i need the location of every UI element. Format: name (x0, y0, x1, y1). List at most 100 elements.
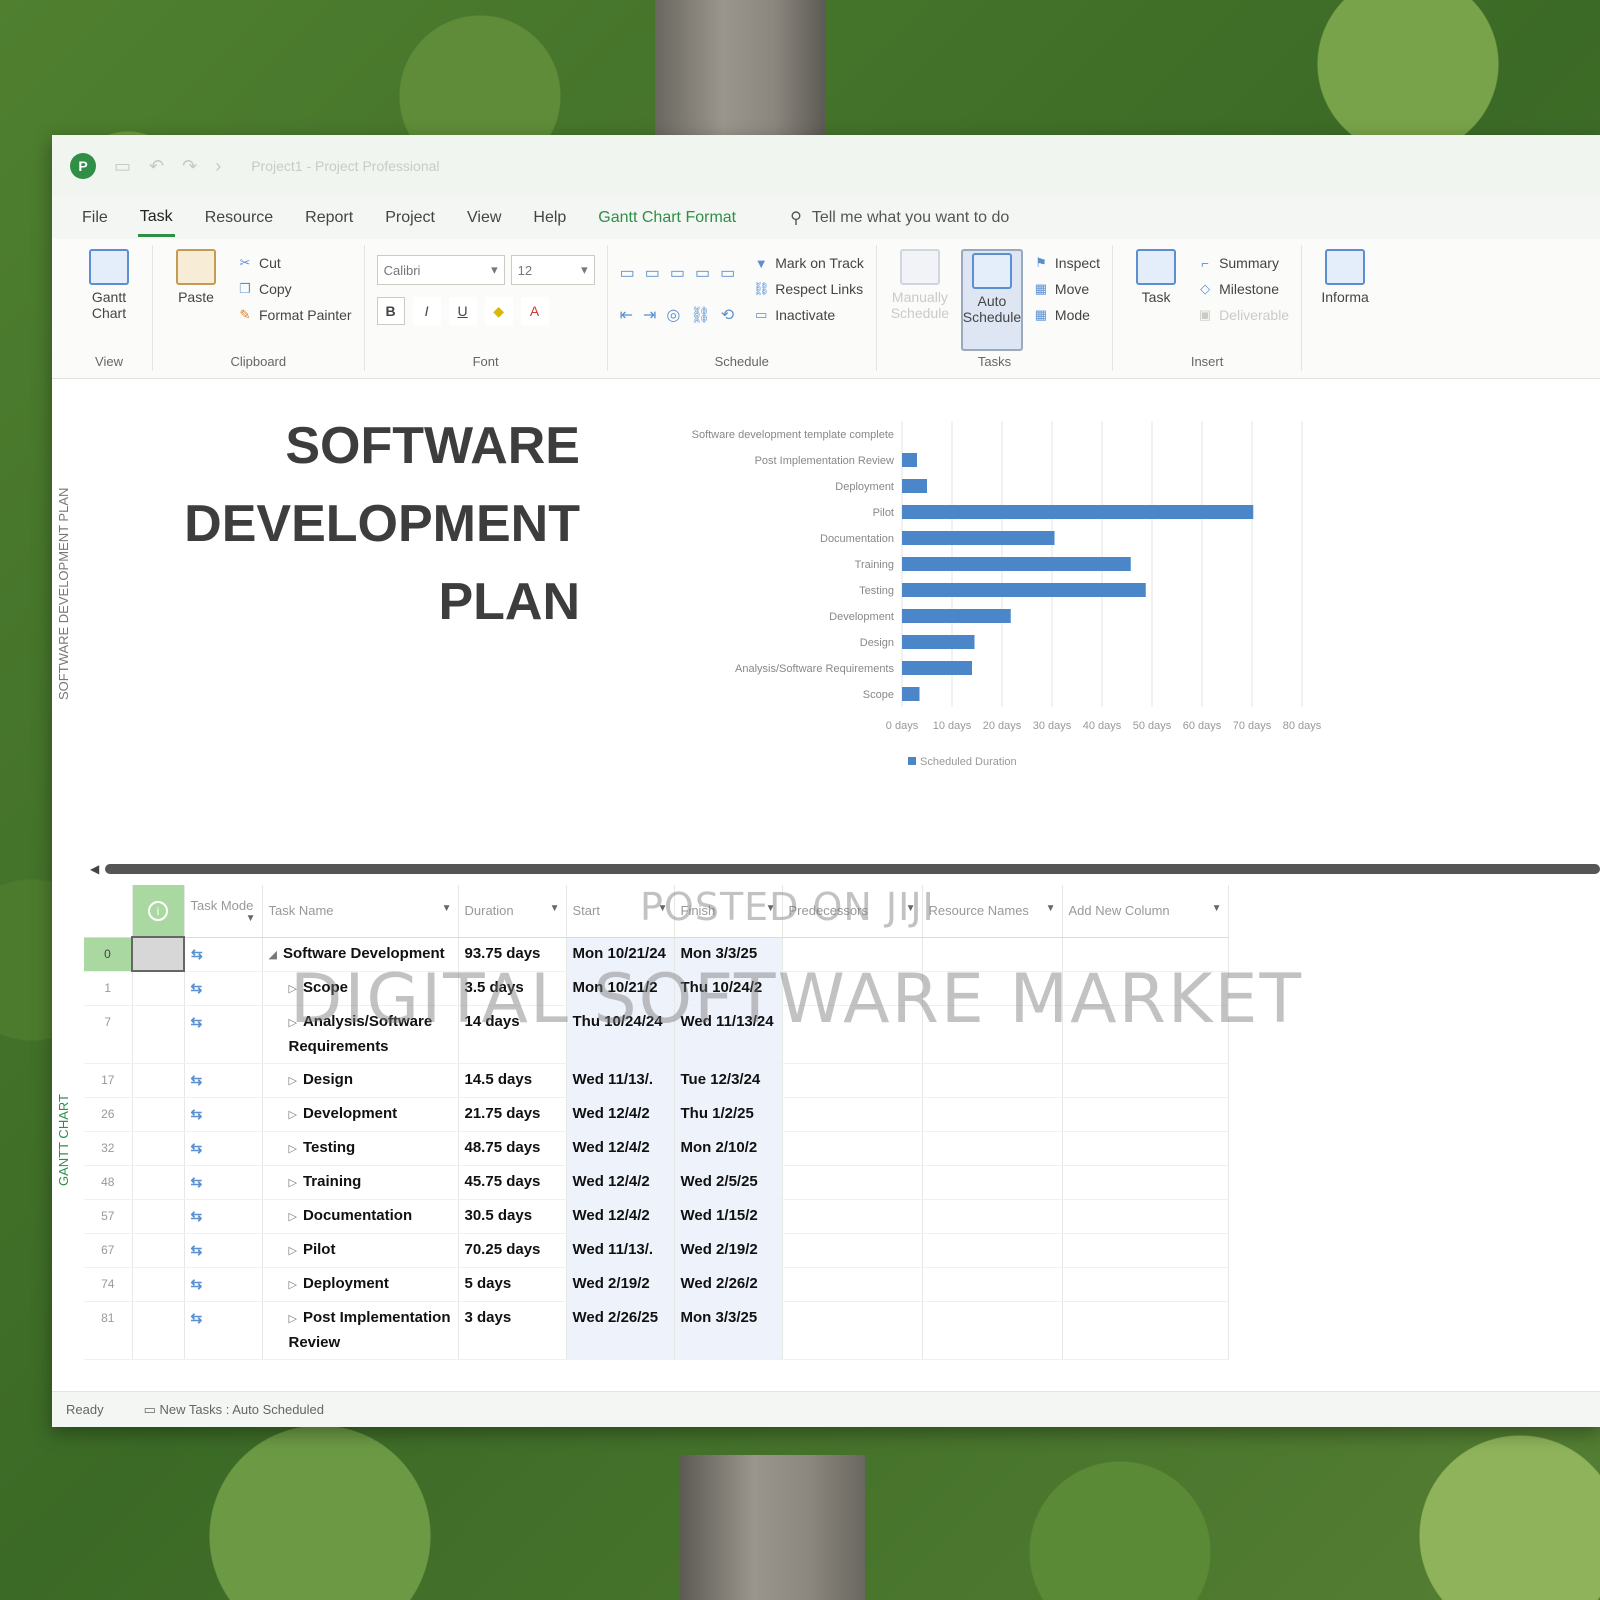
task-mode-cell[interactable]: ⇆ (184, 1063, 263, 1098)
finish-cell[interactable]: Wed 2/26/2 (674, 1267, 783, 1302)
indicator-cell[interactable] (132, 1063, 185, 1098)
resource-names-cell[interactable] (922, 1267, 1063, 1302)
table-row[interactable]: 57 ⇆ ▷ Documentation 30.5 days Wed 12/4/2 Wed … (84, 1199, 1229, 1234)
chevron-down-icon[interactable]: ▼ (906, 903, 916, 914)
finish-cell[interactable]: Thu 1/2/25 (674, 1097, 783, 1132)
mark-on-track-button[interactable]: ▼ Mark on Track (753, 255, 864, 271)
add-new-column-cell[interactable] (1062, 971, 1229, 1006)
resource-names-cell[interactable] (922, 1005, 1063, 1064)
task-name-cell[interactable]: ▷ Testing (262, 1131, 459, 1166)
finish-cell[interactable]: Wed 1/15/2 (674, 1199, 783, 1234)
task-name-cell[interactable]: ◢ Software Development (262, 937, 459, 972)
resource-names-cell[interactable] (922, 1097, 1063, 1132)
start-cell[interactable]: Wed 12/4/2 (566, 1199, 675, 1234)
scroll-left-icon[interactable]: ◀ (90, 862, 99, 876)
resource-names-cell[interactable] (922, 971, 1063, 1006)
resource-names-cell[interactable] (922, 1233, 1063, 1268)
collapse-icon[interactable]: ◢ (269, 949, 277, 961)
percent-0-icon[interactable]: ▭ (620, 263, 635, 283)
resource-names-cell[interactable] (922, 1131, 1063, 1166)
finish-cell[interactable]: Wed 2/19/2 (674, 1233, 783, 1268)
chevron-down-icon[interactable]: ▼ (442, 903, 452, 914)
undo-icon[interactable]: ↶ (149, 156, 164, 177)
chevron-down-icon[interactable]: ▼ (246, 913, 256, 924)
task-mode-cell[interactable]: ⇆ (184, 1005, 263, 1064)
task-name-cell[interactable]: ▷ Deployment (262, 1267, 459, 1302)
add-new-column-cell[interactable] (1062, 1233, 1229, 1268)
table-row[interactable]: 48 ⇆ ▷ Training 45.75 days Wed 12/4/2 Wed 2/5/… (84, 1165, 1229, 1200)
row-id-cell[interactable]: 17 (84, 1063, 133, 1098)
start-cell[interactable]: Wed 11/13/. (566, 1233, 675, 1268)
inspect-button[interactable]: ⚑ Inspect (1033, 255, 1100, 271)
table-row[interactable]: 0 ⇆ ◢ Software Development 93.75 days Mon 10/… (84, 936, 1229, 972)
horizontal-scrollbar[interactable]: ◀ (90, 862, 1600, 876)
duration-cell[interactable]: 21.75 days (458, 1097, 567, 1132)
task-name-cell[interactable]: ▷ Analysis/Software Requirements (262, 1005, 459, 1064)
indicator-cell[interactable] (132, 1165, 185, 1200)
percent-100-icon[interactable]: ▭ (720, 263, 735, 283)
task-name-cell[interactable]: ▷ Pilot (262, 1233, 459, 1268)
expand-icon[interactable]: ▷ (289, 1177, 297, 1189)
inactivate-button[interactable]: ▭ Inactivate (753, 307, 864, 323)
predecessors-cell[interactable] (782, 1267, 923, 1302)
predecessors-cell[interactable] (782, 1199, 923, 1234)
indicators-header[interactable]: i (132, 885, 185, 938)
percent-75-icon[interactable]: ▭ (695, 263, 710, 283)
chevron-down-icon[interactable]: ▼ (1212, 903, 1222, 914)
row-id-cell[interactable]: 0 (84, 937, 133, 972)
finish-cell[interactable]: Tue 12/3/24 (674, 1063, 783, 1098)
cut-button[interactable]: ✂ Cut (237, 255, 352, 271)
column-header[interactable]: Start ▼ (566, 885, 675, 938)
expand-icon[interactable]: ▷ (289, 1143, 297, 1155)
column-header[interactable]: Add New Column ▼ (1062, 885, 1229, 938)
highlight-icon[interactable]: ◆ (484, 297, 513, 325)
table-row[interactable]: 81 ⇆ ▷ Post Implementation Review 3 days Wed … (84, 1301, 1229, 1360)
summary-button[interactable]: ⌐ Summary (1197, 255, 1289, 271)
start-cell[interactable]: Wed 11/13/. (566, 1063, 675, 1098)
predecessors-cell[interactable] (782, 1063, 923, 1098)
manually-schedule-button[interactable]: Manually Schedule (889, 249, 951, 351)
expand-icon[interactable]: ▷ (289, 1279, 297, 1291)
indicator-cell[interactable] (132, 1233, 185, 1268)
task-mode-cell[interactable]: ⇆ (184, 1097, 263, 1132)
finish-cell[interactable]: Mon 3/3/25 (674, 1301, 783, 1360)
predecessors-cell[interactable] (782, 971, 923, 1006)
respect-links-button[interactable]: ⛓ Respect Links (753, 281, 864, 297)
predecessors-cell[interactable] (782, 937, 923, 972)
add-new-column-cell[interactable] (1062, 1097, 1229, 1132)
start-cell[interactable]: Thu 10/24/24 (566, 1005, 675, 1064)
task-name-cell[interactable]: ▷ Training (262, 1165, 459, 1200)
add-new-column-cell[interactable] (1062, 1063, 1229, 1098)
start-cell[interactable]: Wed 12/4/2 (566, 1131, 675, 1166)
resource-names-cell[interactable] (922, 937, 1063, 972)
task-mode-cell[interactable]: ⇆ (184, 1165, 263, 1200)
resource-names-cell[interactable] (922, 1301, 1063, 1360)
add-new-column-cell[interactable] (1062, 1005, 1229, 1064)
italic-button[interactable]: I (412, 297, 441, 325)
indicator-cell[interactable] (132, 1005, 185, 1064)
duration-cell[interactable]: 14.5 days (458, 1063, 567, 1098)
chevron-down-icon[interactable]: ▼ (550, 903, 560, 914)
paste-button[interactable]: Paste (165, 249, 227, 351)
tab-report[interactable]: Report (303, 201, 355, 235)
task-mode-cell[interactable]: ⇆ (184, 1199, 263, 1234)
duration-cell[interactable]: 45.75 days (458, 1165, 567, 1200)
unlink-icon[interactable]: ⟲ (721, 305, 734, 325)
indicator-cell[interactable] (132, 1199, 185, 1234)
task-name-cell[interactable]: ▷ Post Implementation Review (262, 1301, 459, 1360)
row-id-cell[interactable]: 48 (84, 1165, 133, 1200)
start-cell[interactable]: Wed 2/26/25 (566, 1301, 675, 1360)
duration-cell[interactable]: 30.5 days (458, 1199, 567, 1234)
tab-help[interactable]: Help (531, 201, 568, 235)
finish-cell[interactable]: Mon 2/10/2 (674, 1131, 783, 1166)
column-header[interactable]: Task Mode ▼ (184, 885, 263, 938)
link-icon[interactable]: ⛓ (690, 305, 710, 325)
finish-cell[interactable]: Mon 3/3/25 (674, 937, 783, 972)
duration-cell[interactable]: 5 days (458, 1267, 567, 1302)
expand-icon[interactable]: ▷ (289, 1245, 297, 1257)
save-icon[interactable]: ▭ (114, 156, 131, 177)
start-cell[interactable]: Wed 2/19/2 (566, 1267, 675, 1302)
predecessors-cell[interactable] (782, 1301, 923, 1360)
duration-cell[interactable]: 3.5 days (458, 971, 567, 1006)
resource-names-cell[interactable] (922, 1165, 1063, 1200)
